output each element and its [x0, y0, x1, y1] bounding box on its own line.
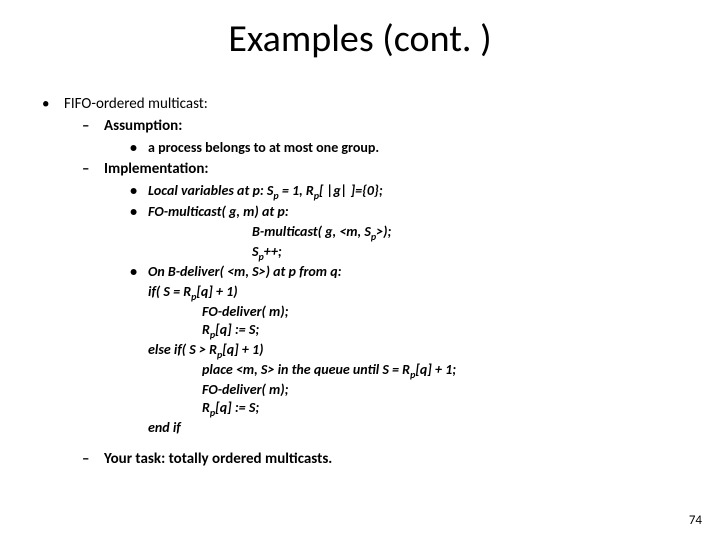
text: FO-deliver( m);: [202, 381, 289, 398]
impl-place: place <m, S> in the queue until S = Rp[q…: [42, 361, 682, 381]
impl-increment: Sp++;: [42, 243, 682, 263]
impl-fodeliver2: FO-deliver( m);: [42, 381, 682, 399]
bullet-assumption: Assumption:: [42, 116, 682, 136]
text: [q] := S;: [215, 321, 259, 338]
impl-assign1: Rp[q] := S;: [42, 321, 682, 341]
slide-title: Examples (cont. ): [0, 16, 720, 62]
text: [ |g| ]={0};: [319, 182, 383, 199]
text: end if: [148, 419, 181, 436]
text: On B-deliver: [148, 263, 220, 280]
text: else if( S > R: [148, 341, 217, 358]
text: Implementation:: [104, 160, 209, 178]
page-number: 74: [689, 513, 702, 528]
text: a process belongs to at most one group.: [148, 139, 379, 156]
bullet-task: Your task: totally ordered multicasts.: [42, 449, 682, 469]
text: Local variables at p: S: [148, 182, 273, 199]
text: B-multicast( g, <m, S: [252, 223, 371, 240]
bullet-fifo: FIFO-ordered multicast:: [42, 94, 682, 114]
text: place <m, S> in the queue until S = R: [202, 361, 410, 378]
text: [q] := S;: [215, 399, 259, 416]
text: [q] + 1): [196, 283, 237, 300]
bullet-implementation: Implementation:: [42, 159, 682, 179]
text: ( <m, S>) at p from q:: [220, 263, 342, 280]
text: >);: [376, 223, 391, 240]
text: [q] + 1): [222, 341, 263, 358]
impl-if: if( S = Rp[q] + 1): [42, 283, 682, 303]
text: [q] + 1;: [415, 361, 456, 378]
impl-endif: end if: [42, 419, 682, 437]
text: FIFO-ordered multicast:: [64, 95, 208, 113]
text: FO-multicast( g, m): [148, 203, 259, 220]
text: R: [202, 321, 210, 338]
slide-body: FIFO-ordered multicast: Assumption: a pr…: [42, 94, 682, 471]
text: ++;: [264, 243, 282, 260]
impl-fodeliver1: FO-deliver( m);: [42, 303, 682, 321]
impl-ondeliver: On B-deliver( <m, S>) at p from q:: [42, 263, 682, 282]
impl-fomulticast: FO-multicast( g, m) at p:: [42, 203, 682, 222]
impl-localvars: Local variables at p: Sp = 1, Rp[ |g| ]=…: [42, 182, 682, 202]
impl-elseif: else if( S > Rp[q] + 1): [42, 341, 682, 361]
impl-bmulticast: B-multicast( g, <m, Sp>);: [42, 223, 682, 243]
bullet-assumption-item: a process belongs to at most one group.: [42, 139, 682, 158]
slide: Examples (cont. ) FIFO-ordered multicast…: [0, 0, 720, 540]
text: at p:: [259, 203, 289, 220]
text: if( S = R: [148, 283, 191, 300]
text: Assumption:: [104, 117, 182, 135]
impl-assign2: Rp[q] := S;: [42, 399, 682, 419]
text: = 1, R: [279, 182, 314, 199]
text: Your task: totally ordered multicasts.: [104, 450, 332, 468]
spacer: [42, 437, 682, 447]
text: FO-deliver( m);: [202, 303, 289, 320]
text: R: [202, 399, 210, 416]
